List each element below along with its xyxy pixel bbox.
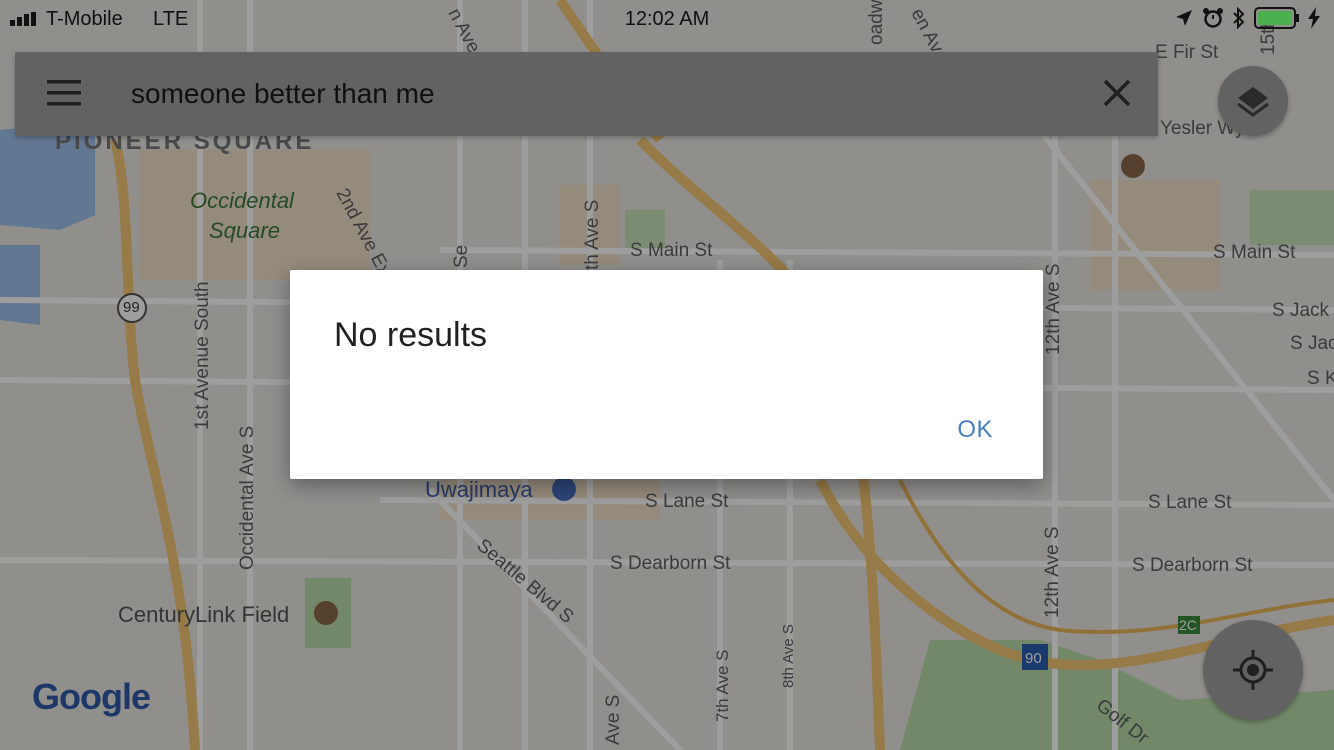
status-bar: T-Mobile LTE 12:02 AM	[0, 0, 1334, 38]
charging-bolt-icon	[1308, 7, 1320, 29]
ok-button[interactable]: OK	[957, 416, 993, 444]
alarm-icon	[1203, 8, 1223, 28]
battery-icon	[1254, 7, 1299, 29]
bluetooth-icon	[1233, 7, 1245, 29]
dialog-title: No results	[334, 316, 488, 354]
clock: 12:02 AM	[624, 8, 710, 30]
location-arrow-icon	[1176, 10, 1192, 26]
no-results-dialog: No results OK	[290, 270, 1043, 479]
